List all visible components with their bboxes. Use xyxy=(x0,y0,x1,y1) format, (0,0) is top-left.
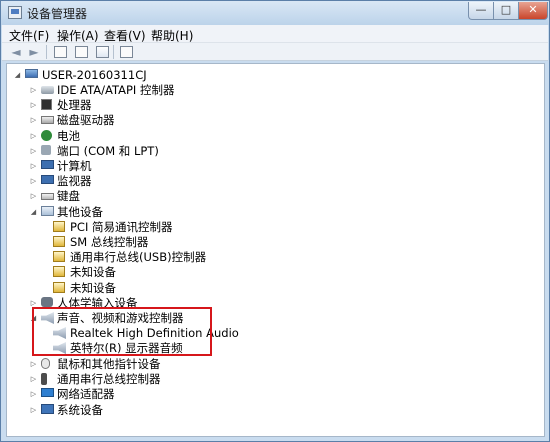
collapsed-arrow-icon[interactable]: ▷ xyxy=(29,128,38,144)
port-icon xyxy=(41,145,51,155)
scan-hardware-button[interactable] xyxy=(118,44,134,59)
help-icon xyxy=(95,45,109,58)
tree-item-label: 处理器 xyxy=(57,98,92,112)
tree-item-label: 通用串行总线(USB)控制器 xyxy=(70,250,207,264)
computer-icon xyxy=(25,69,38,78)
warning-device-icon xyxy=(53,251,65,262)
network-adapter-icon xyxy=(41,388,54,397)
collapsed-arrow-icon[interactable]: ▷ xyxy=(29,188,38,204)
system-devices-icon xyxy=(41,404,54,414)
close-button[interactable]: ✕ xyxy=(518,2,548,20)
collapsed-arrow-icon[interactable]: ▷ xyxy=(29,386,38,402)
collapsed-arrow-icon[interactable]: ▷ xyxy=(29,143,38,159)
collapsed-arrow-icon[interactable]: ▷ xyxy=(29,82,38,98)
warning-device-icon xyxy=(53,236,65,247)
collapsed-arrow-icon[interactable]: ▷ xyxy=(29,371,38,387)
collapsed-arrow-icon[interactable]: ▷ xyxy=(29,356,38,372)
collapsed-arrow-icon[interactable]: ▷ xyxy=(29,402,38,418)
collapsed-arrow-icon[interactable]: ▷ xyxy=(29,173,38,189)
menu-help[interactable]: 帮助(H) xyxy=(151,27,193,44)
usb-icon xyxy=(41,373,47,385)
minimize-button[interactable]: — xyxy=(468,2,494,20)
device-tree[interactable]: ◢ USER-20160311CJ ▷ IDE ATA/ATAPI 控制器 ▷ … xyxy=(6,63,545,437)
ide-controller-icon xyxy=(41,86,54,94)
tree-root-label: USER-20160311CJ xyxy=(42,68,147,82)
console-tree-icon xyxy=(53,45,67,58)
warning-device-icon xyxy=(53,282,65,293)
properties-icon xyxy=(74,45,88,58)
tree-item-label: 未知设备 xyxy=(70,265,116,279)
disk-drive-icon xyxy=(41,116,54,124)
show-hide-console-tree-button[interactable] xyxy=(52,44,68,59)
keyboard-icon xyxy=(41,193,54,200)
tree-item-label: IDE ATA/ATAPI 控制器 xyxy=(57,83,175,97)
collapsed-arrow-icon[interactable]: ▷ xyxy=(29,97,38,113)
tree-item-label: 通用串行总线控制器 xyxy=(57,372,161,386)
hid-icon xyxy=(41,297,53,307)
maximize-button[interactable]: □ xyxy=(493,2,519,20)
scan-hardware-icon xyxy=(119,45,133,58)
tree-item-label: 端口 (COM 和 LPT) xyxy=(57,144,159,158)
expanded-arrow-icon[interactable]: ◢ xyxy=(29,204,38,220)
expanded-arrow-icon[interactable]: ◢ xyxy=(13,67,22,83)
help-button[interactable] xyxy=(94,44,110,59)
tree-item-label: 电池 xyxy=(57,129,80,143)
menu-bar: 文件(F) 操作(A) 查看(V) 帮助(H) xyxy=(2,25,548,43)
forward-arrow-icon[interactable]: ► xyxy=(26,44,42,59)
tree-item-label: 网络适配器 xyxy=(57,387,115,401)
tree-item-label: 其他设备 xyxy=(57,205,103,219)
device-manager-window: 设备管理器 — □ ✕ 文件(F) 操作(A) 查看(V) 帮助(H) ◄ ► … xyxy=(0,0,550,442)
warning-device-icon xyxy=(53,266,65,277)
window-title: 设备管理器 xyxy=(27,7,88,21)
collapsed-arrow-icon[interactable]: ▷ xyxy=(29,112,38,128)
highlight-annotation xyxy=(32,307,212,356)
menu-action[interactable]: 操作(A) xyxy=(57,27,99,44)
tree-item-label: 键盘 xyxy=(57,189,80,203)
toolbar-separator xyxy=(113,45,114,59)
computer-icon xyxy=(41,160,54,169)
device-manager-icon xyxy=(8,6,22,19)
processor-icon xyxy=(41,99,52,110)
tree-item-label: 监视器 xyxy=(57,174,92,188)
mouse-icon xyxy=(41,358,50,369)
menu-file[interactable]: 文件(F) xyxy=(9,27,49,44)
tree-item-label: 系统设备 xyxy=(57,403,103,417)
monitor-icon xyxy=(41,175,54,184)
tree-item-label: 鼠标和其他指针设备 xyxy=(57,357,161,371)
menu-view[interactable]: 查看(V) xyxy=(104,27,146,44)
back-arrow-icon[interactable]: ◄ xyxy=(8,44,24,59)
battery-icon xyxy=(41,130,52,141)
toolbar-separator xyxy=(46,45,47,59)
other-devices-icon xyxy=(41,206,54,216)
warning-device-icon xyxy=(53,221,65,232)
tree-item-label: PCI 简易通讯控制器 xyxy=(70,220,173,234)
tree-item-label: 未知设备 xyxy=(70,281,116,295)
collapsed-arrow-icon[interactable]: ▷ xyxy=(29,158,38,174)
properties-button[interactable] xyxy=(73,44,89,59)
tree-item-label: 计算机 xyxy=(57,159,92,173)
title-bar[interactable]: 设备管理器 — □ ✕ xyxy=(1,1,549,25)
tree-item-label: SM 总线控制器 xyxy=(70,235,149,249)
tree-item-label: 磁盘驱动器 xyxy=(57,113,115,127)
toolbar: ◄ ► xyxy=(2,43,548,61)
